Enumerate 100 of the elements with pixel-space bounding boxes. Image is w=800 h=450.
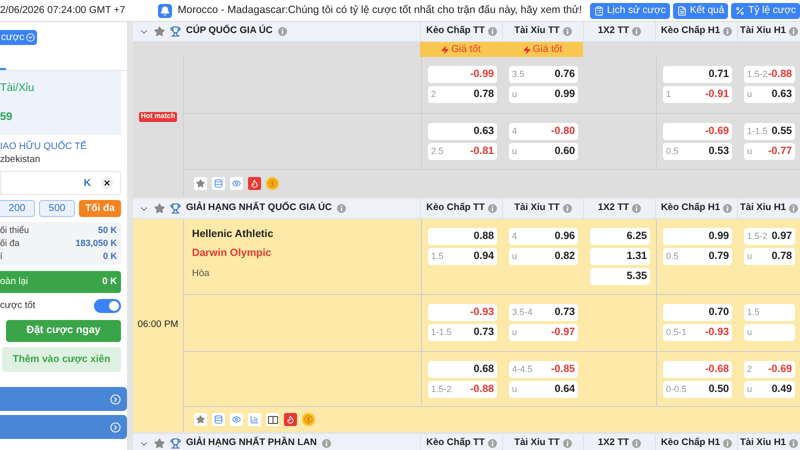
- limit-value: 50 K: [98, 225, 117, 236]
- odds-button[interactable]: 6.25: [590, 228, 650, 245]
- flame-icon[interactable]: [248, 177, 261, 190]
- odds-button[interactable]: 0.88: [428, 228, 497, 245]
- coin-icon[interactable]: [266, 177, 279, 190]
- odds-button[interactable]: 2 0.78: [428, 86, 497, 103]
- odds-line: u: [512, 382, 518, 396]
- odds-button[interactable]: -0.69: [663, 123, 732, 140]
- amount-button[interactable]: 500: [39, 200, 75, 217]
- odds-button[interactable]: 4 0.96: [509, 228, 578, 245]
- odds-button[interactable]: 1.31: [590, 248, 650, 265]
- odds-value: -0.88: [768, 66, 792, 82]
- odds-value: -0.93: [705, 324, 729, 340]
- info-icon: [723, 204, 732, 213]
- odds-button[interactable]: u -0.77: [744, 143, 795, 160]
- odds-button[interactable]: 0.99: [663, 228, 732, 245]
- odds-button[interactable]: 0.68: [428, 361, 497, 378]
- odds-button[interactable]: u 0.99: [509, 86, 578, 103]
- odds-value: 5.35: [626, 268, 647, 284]
- header-button[interactable]: Kết quả: [672, 2, 728, 18]
- odds-button[interactable]: 1 -0.91: [663, 86, 732, 103]
- toggle-switch[interactable]: [94, 299, 121, 313]
- odds-button[interactable]: 1-1.5 0.55: [744, 123, 795, 140]
- database-icon[interactable]: [212, 413, 225, 426]
- odds-button[interactable]: 0.5 0.53: [663, 143, 732, 160]
- odds-button[interactable]: 0.70: [663, 304, 732, 321]
- limit-value: 183,050 K: [75, 238, 117, 249]
- odds-button[interactable]: 0.63: [428, 123, 497, 140]
- column-header: Kèo Chấp TT: [426, 201, 485, 216]
- info-icon: [788, 27, 798, 36]
- odds-value: 0.64: [554, 382, 575, 397]
- odds-line: 2: [431, 88, 436, 101]
- odds-button[interactable]: 1-1.5 0.73: [428, 324, 497, 341]
- odds-button[interactable]: 0-0.5 0.50: [663, 381, 732, 398]
- odds-button[interactable]: 1.5-2 -0.88: [428, 381, 497, 398]
- star-icon[interactable]: [154, 203, 165, 214]
- limit-value: 0 K: [102, 251, 117, 262]
- team-name: Hellenic Athletic: [192, 227, 274, 242]
- column-header: Kèo Chấp TT: [426, 24, 485, 38]
- star-icon[interactable]: [154, 438, 165, 449]
- odds-value: -0.91: [705, 86, 729, 102]
- bet-slip-button[interactable]: cược: [0, 30, 37, 45]
- odds-button[interactable]: 2 -0.69: [744, 361, 795, 378]
- odds-button[interactable]: 4 -0.80: [509, 123, 578, 140]
- team-name: Darwin Olympic: [192, 246, 272, 261]
- odds-button[interactable]: u 0.78: [744, 248, 795, 265]
- eye-icon[interactable]: [230, 413, 243, 426]
- column-header: Tài Xỉu TT: [514, 24, 560, 38]
- odds-button[interactable]: u 0.63: [744, 86, 795, 103]
- star-icon[interactable]: [194, 177, 207, 190]
- odds-button[interactable]: 0.5 0.79: [663, 248, 732, 265]
- trophy-icon: [170, 203, 181, 214]
- team-name: zbekistan: [0, 153, 42, 166]
- odds-button[interactable]: u 0.49: [744, 381, 795, 398]
- header-button[interactable]: Tỷ lệ cược: [731, 2, 800, 18]
- odds-button[interactable]: u -0.97: [509, 324, 578, 341]
- odds-button[interactable]: -0.93: [428, 304, 497, 321]
- odds-button[interactable]: u 0.60: [509, 143, 578, 160]
- amount-button[interactable]: 200: [0, 200, 35, 217]
- star-icon[interactable]: [154, 26, 165, 37]
- odds-button[interactable]: 2.5 -0.81: [428, 143, 497, 160]
- chevron-right-icon: [110, 394, 121, 404]
- odds-button[interactable]: u 0.64: [509, 381, 578, 398]
- odds-button[interactable]: -0.99: [428, 66, 497, 83]
- odds-value: 0.53: [708, 144, 729, 159]
- odds-value: 0.76: [554, 66, 575, 82]
- pitch-icon[interactable]: [266, 413, 279, 426]
- column-header: Tài Xỉu H1: [740, 201, 786, 216]
- header-button[interactable]: Lịch sử cược: [590, 2, 670, 18]
- odds-button[interactable]: -0.68: [663, 361, 732, 378]
- odds-line: 0.5: [666, 250, 679, 263]
- odds-value: -0.80: [551, 124, 575, 139]
- odds-button[interactable]: 3.5 0.76: [509, 66, 578, 83]
- clear-button[interactable]: [101, 177, 113, 189]
- coin-icon[interactable]: [302, 413, 315, 426]
- odds-button[interactable]: 1.5 0.94: [428, 248, 497, 265]
- odds-button[interactable]: 3.5-4 0.73: [509, 304, 578, 321]
- odds-line: 0-0.5: [666, 382, 687, 396]
- close-icon: [103, 179, 111, 187]
- odds-line: u: [747, 326, 752, 339]
- best-price-badge: Giá tốt: [420, 42, 502, 57]
- odds-line: 4: [512, 124, 518, 138]
- league-name: GIẢI HẠNG NHẤT PHẦN LAN: [186, 436, 317, 450]
- database-icon[interactable]: [212, 177, 225, 190]
- flame-icon[interactable]: [284, 413, 297, 426]
- unit-label: K: [84, 176, 91, 190]
- bar-chart-icon[interactable]: [248, 413, 261, 426]
- odds-button[interactable]: u 0.82: [509, 248, 578, 265]
- info-icon: [488, 204, 497, 213]
- star-icon[interactable]: [194, 413, 207, 426]
- eye-icon[interactable]: [230, 177, 243, 190]
- odds-button[interactable]: 0.71: [663, 66, 732, 83]
- stake-field[interactable]: K: [0, 171, 121, 195]
- odds-button[interactable]: 1.5-2-0.88: [744, 66, 795, 83]
- odds-button[interactable]: 5.35: [590, 268, 650, 285]
- odds-value: 0.88: [474, 228, 494, 244]
- odds-button[interactable]: 0.5-1 -0.93: [663, 324, 732, 341]
- odds-button[interactable]: 1.5-2 0.97: [744, 228, 795, 245]
- odds-value: -0.68: [705, 362, 729, 377]
- odds-button[interactable]: 4-4.5 -0.85: [509, 361, 578, 378]
